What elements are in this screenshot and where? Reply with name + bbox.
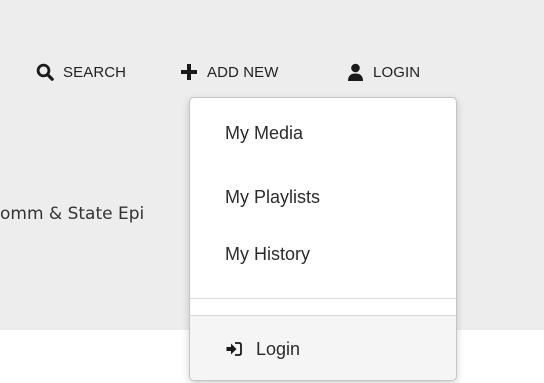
search-icon [36, 63, 54, 81]
user-icon [347, 63, 364, 81]
page: SEARCH ADD NEW LOGIN omm & State Epi My [0, 0, 544, 383]
sign-in-icon [226, 342, 242, 356]
menu-item-login[interactable]: Login [190, 316, 456, 380]
login-nav-button[interactable]: LOGIN [347, 58, 420, 86]
menu-divider [190, 298, 456, 299]
menu-item-my-history[interactable]: My History [225, 244, 310, 265]
plus-icon [180, 63, 198, 81]
search-button[interactable]: SEARCH [36, 58, 126, 86]
search-label: SEARCH [63, 63, 127, 81]
add-new-button[interactable]: ADD NEW [180, 58, 279, 86]
menu-item-my-media[interactable]: My Media [225, 123, 303, 144]
login-nav-label: LOGIN [373, 63, 421, 81]
menu-item-my-playlists[interactable]: My Playlists [225, 187, 320, 208]
add-new-label: ADD NEW [207, 63, 279, 81]
login-label: Login [256, 338, 301, 359]
partial-page-title: omm & State Epi [0, 204, 145, 224]
user-dropdown-menu: My Media My Playlists My History Login [189, 97, 457, 381]
